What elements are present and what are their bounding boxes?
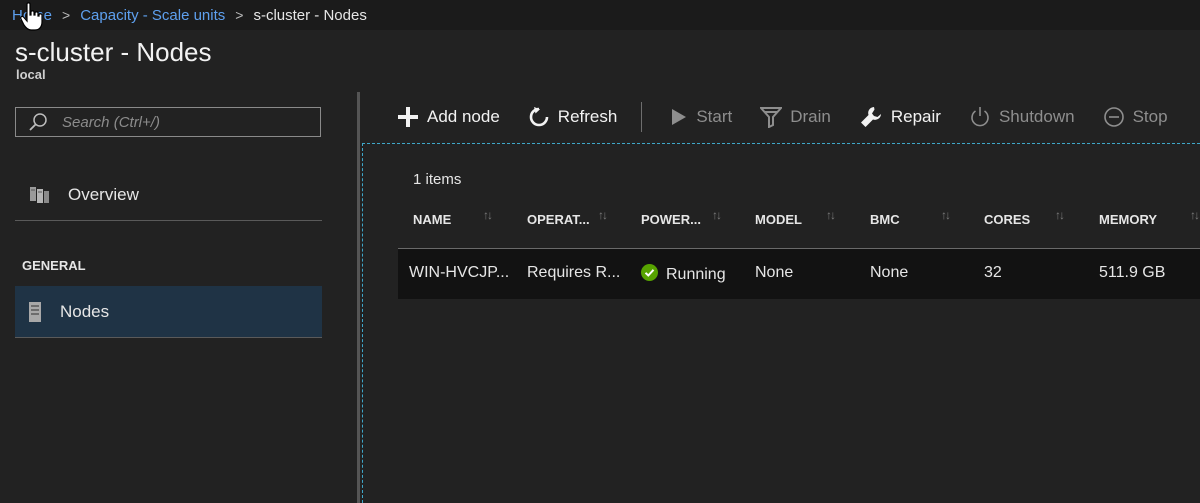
command-bar: Add node Refresh Start Drain Repair Shut… bbox=[362, 92, 1200, 142]
shutdown-button[interactable]: Shutdown bbox=[969, 106, 1075, 128]
start-label: Start bbox=[696, 107, 733, 126]
stop-label: Stop bbox=[1132, 107, 1168, 126]
breadcrumb-capacity-link[interactable]: Capacity - Scale units bbox=[80, 7, 225, 24]
column-header-label: BMC bbox=[870, 212, 900, 227]
sidebar-item-overview[interactable]: Overview bbox=[15, 169, 322, 221]
column-header-label: CORES bbox=[984, 212, 1031, 227]
column-header-label: MEMORY bbox=[1099, 212, 1158, 227]
check-circle-icon bbox=[641, 264, 658, 281]
start-button[interactable]: Start bbox=[670, 107, 732, 127]
table-row[interactable]: WIN-HVCJP... Requires R... Running None … bbox=[398, 249, 1200, 299]
sidebar-item-label: Overview bbox=[68, 184, 139, 204]
repair-button[interactable]: Repair bbox=[859, 105, 941, 129]
page-subtitle: local bbox=[16, 67, 46, 82]
add-node-button[interactable]: Add node bbox=[397, 106, 500, 128]
items-count: 1 items bbox=[413, 171, 462, 188]
cell-operational: Requires R... bbox=[527, 264, 621, 281]
breadcrumb-separator: > bbox=[235, 7, 244, 23]
plus-icon bbox=[397, 106, 419, 128]
column-header-cores[interactable]: CORES bbox=[984, 212, 1030, 227]
power-state-label: Running bbox=[666, 266, 726, 283]
column-header-label: POWER... bbox=[641, 212, 701, 227]
sort-icon[interactable]: ↑↓ bbox=[941, 208, 951, 222]
column-header-label: MODEL bbox=[755, 212, 802, 227]
play-icon bbox=[670, 107, 688, 127]
power-icon bbox=[969, 106, 991, 128]
sort-icon[interactable]: ↑↓ bbox=[598, 208, 608, 222]
server-group-icon bbox=[28, 185, 50, 205]
column-header-operational[interactable]: OPERAT... bbox=[527, 212, 590, 227]
add-node-label: Add node bbox=[427, 107, 500, 126]
shutdown-label: Shutdown bbox=[998, 107, 1075, 126]
sidebar-item-label: Nodes bbox=[60, 301, 110, 321]
drain-button[interactable]: Drain bbox=[760, 106, 831, 128]
sidebar-section-general: GENERAL bbox=[22, 258, 86, 273]
sort-icon[interactable]: ↑↓ bbox=[1055, 208, 1065, 222]
sidebar: Overview GENERAL Nodes bbox=[0, 95, 340, 503]
sort-icon[interactable]: ↑↓ bbox=[712, 208, 722, 222]
breadcrumb-current: s-cluster - Nodes bbox=[253, 6, 367, 24]
cell-name: WIN-HVCJP... bbox=[409, 264, 510, 281]
search-box[interactable] bbox=[15, 107, 321, 137]
hand-cursor-icon bbox=[20, 2, 44, 37]
breadcrumb: Home > Capacity - Scale units > s-cluste… bbox=[0, 0, 1200, 30]
column-header-label: OPERAT... bbox=[527, 212, 590, 227]
sort-icon[interactable]: ↑↓ bbox=[826, 208, 836, 222]
server-icon bbox=[28, 301, 42, 323]
repair-label: Repair bbox=[890, 107, 941, 126]
nodes-grid-panel: 1 items NAME ↑↓ OPERAT... ↑↓ POWER... ↑↓… bbox=[362, 143, 1200, 503]
column-header-label: NAME bbox=[413, 212, 452, 227]
sidebar-item-nodes[interactable]: Nodes bbox=[15, 286, 322, 338]
page-title: s-cluster - Nodes bbox=[15, 37, 212, 67]
drain-label: Drain bbox=[790, 107, 831, 126]
column-header-name[interactable]: NAME bbox=[413, 212, 451, 227]
column-header-memory[interactable]: MEMORY bbox=[1099, 212, 1157, 227]
column-header-power[interactable]: POWER... bbox=[641, 212, 701, 227]
cell-memory: 511.9 GB bbox=[1099, 264, 1166, 281]
sort-icon[interactable]: ↑↓ bbox=[483, 208, 493, 222]
stop-circle-icon bbox=[1103, 106, 1125, 128]
wrench-icon bbox=[859, 105, 883, 129]
cell-model: None bbox=[755, 264, 794, 281]
breadcrumb-separator: > bbox=[62, 7, 71, 23]
table-header: NAME ↑↓ OPERAT... ↑↓ POWER... ↑↓ MODEL ↑… bbox=[398, 204, 1200, 249]
cell-bmc: None bbox=[870, 264, 909, 281]
stop-button[interactable]: Stop bbox=[1103, 106, 1168, 128]
refresh-label: Refresh bbox=[557, 107, 618, 126]
column-header-bmc[interactable]: BMC bbox=[870, 212, 900, 227]
refresh-icon bbox=[528, 106, 550, 128]
funnel-icon bbox=[760, 106, 783, 128]
cell-cores: 32 bbox=[984, 264, 1002, 281]
sort-icon[interactable]: ↑↓ bbox=[1190, 208, 1200, 222]
column-header-model[interactable]: MODEL bbox=[755, 212, 802, 227]
search-icon bbox=[29, 113, 47, 131]
refresh-button[interactable]: Refresh bbox=[528, 106, 618, 128]
search-input[interactable] bbox=[60, 112, 304, 132]
cell-power: Running bbox=[641, 264, 726, 284]
panel-splitter[interactable] bbox=[357, 92, 360, 503]
toolbar-divider bbox=[641, 102, 643, 132]
